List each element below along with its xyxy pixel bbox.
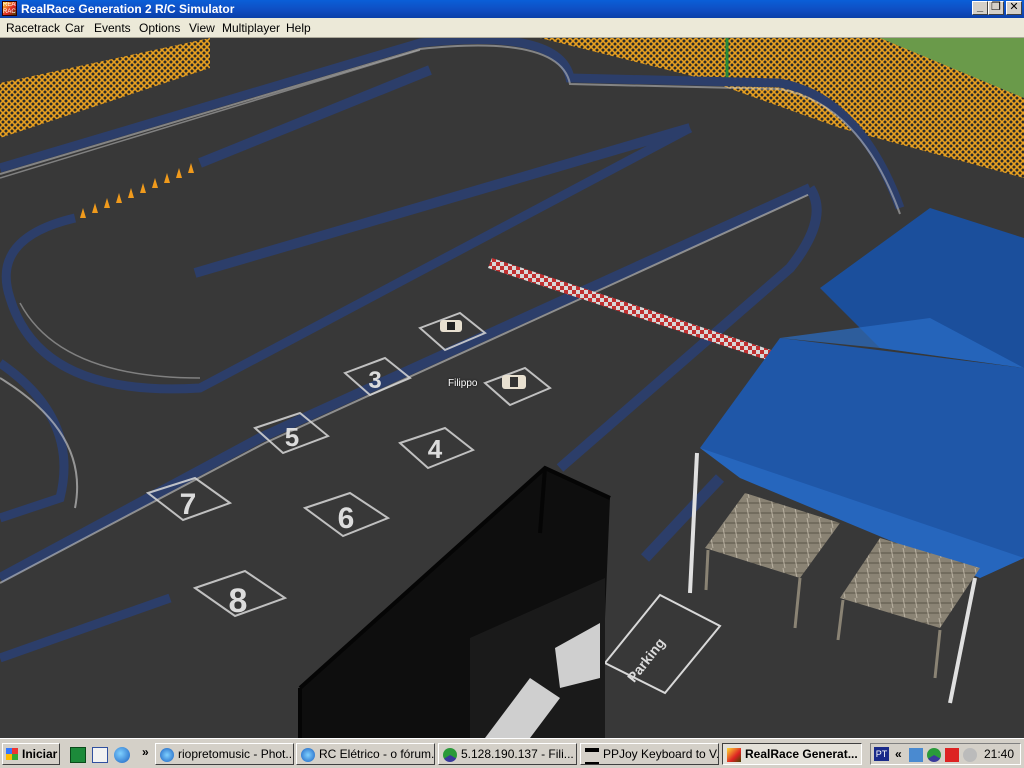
menu-car[interactable]: Car [65, 21, 84, 35]
task-label: riopretomusic - Phot... [178, 747, 294, 761]
connection-tray-icon[interactable] [927, 748, 941, 762]
minimize-button[interactable]: _ [972, 1, 988, 15]
quicklaunch-app-icon[interactable] [70, 747, 86, 763]
window-title: RealRace Generation 2 R/C Simulator [21, 2, 235, 16]
quicklaunch-browser-icon[interactable] [114, 747, 130, 763]
track-scene: 3 4 5 6 7 8 Parking [0, 38, 1024, 738]
menu-events[interactable]: Events [94, 21, 131, 35]
rc-car-filippo [440, 320, 462, 332]
task-label: RC Elétrico - o fórum... [319, 747, 435, 761]
task-button-ppjoy[interactable]: PPJoy Keyboard to V... [580, 743, 719, 765]
browser-icon [160, 748, 174, 762]
menu-view[interactable]: View [189, 21, 215, 35]
clock[interactable]: 21:40 [984, 747, 1014, 761]
title-bar: REAL RACE RealRace Generation 2 R/C Simu… [0, 0, 1024, 18]
rc-car-opponent [502, 375, 526, 389]
realrace-icon [727, 748, 741, 762]
grid-number-4: 4 [428, 434, 443, 464]
menu-racetrack[interactable]: Racetrack [6, 21, 60, 35]
race-viewport[interactable]: 3 4 5 6 7 8 Parking Filippo [0, 38, 1024, 738]
menu-bar: Racetrack Car Events Options View Multip… [0, 18, 1024, 38]
task-button-photos[interactable]: riopretomusic - Phot... [155, 743, 294, 765]
grid-number-5: 5 [285, 422, 299, 452]
quicklaunch-more[interactable]: » [142, 745, 149, 759]
task-button-realrace[interactable]: RealRace Generat... [722, 743, 862, 765]
realrace-app-icon[interactable]: REAL RACE [2, 1, 17, 16]
network-icon [443, 748, 457, 762]
start-label: Iniciar [22, 747, 58, 761]
grid-number-3: 3 [368, 367, 381, 394]
menu-multiplayer[interactable]: Multiplayer [222, 21, 280, 35]
task-label: RealRace Generat... [745, 747, 858, 761]
browser-icon [301, 748, 315, 762]
task-label: 5.128.190.137 - Fili... [461, 747, 574, 761]
close-button[interactable]: ✕ [1006, 1, 1022, 15]
tray-expand-button[interactable]: « [895, 747, 902, 761]
driver-name-label: Filippo [448, 378, 478, 389]
windows-flag-icon [6, 748, 18, 760]
quicklaunch-editor-icon[interactable] [92, 747, 108, 763]
grid-number-7: 7 [180, 488, 197, 521]
maximize-button[interactable]: ❐ [988, 1, 1004, 15]
language-indicator[interactable]: PT [874, 747, 889, 761]
task-label: PPJoy Keyboard to V... [603, 747, 719, 761]
taskbar: Iniciar » riopretomusic - Phot... RC Elé… [0, 738, 1024, 768]
menu-help[interactable]: Help [286, 21, 311, 35]
task-button-network[interactable]: 5.128.190.137 - Fili... [438, 743, 577, 765]
grid-number-8: 8 [229, 582, 248, 620]
security-tray-icon[interactable] [945, 748, 959, 762]
task-button-forum[interactable]: RC Elétrico - o fórum... [296, 743, 435, 765]
joystick-icon [585, 748, 599, 764]
network-tray-icon[interactable] [909, 748, 923, 762]
grid-number-6: 6 [338, 502, 355, 535]
start-button[interactable]: Iniciar [2, 743, 60, 765]
menu-options[interactable]: Options [139, 21, 180, 35]
system-tray: PT « 21:40 [870, 743, 1021, 765]
volume-tray-icon[interactable] [963, 748, 977, 762]
